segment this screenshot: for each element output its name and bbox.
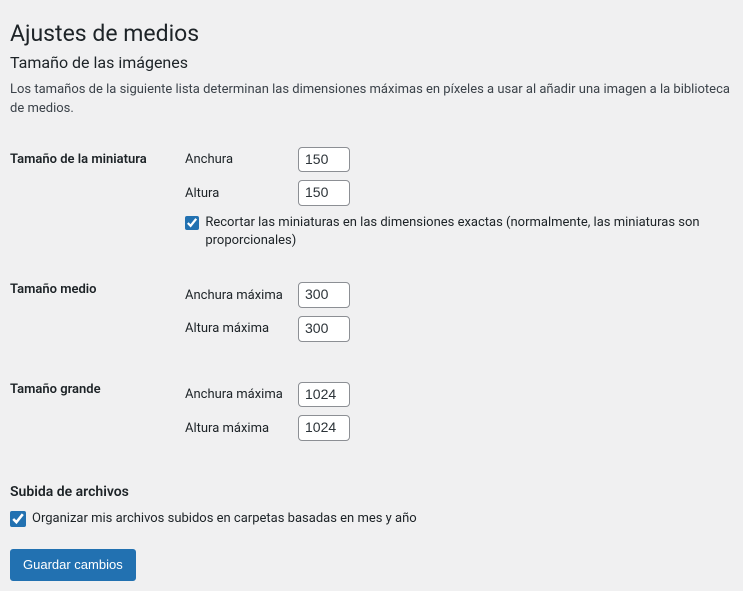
thumbnail-height-label: Altura bbox=[185, 186, 298, 201]
medium-width-input[interactable] bbox=[298, 282, 350, 308]
large-heading: Tamaño grande bbox=[10, 360, 185, 459]
medium-height-input[interactable] bbox=[298, 316, 350, 342]
organize-uploads-label: Organizar mis archivos subidos en carpet… bbox=[32, 511, 417, 526]
page-description: Los tamaños de la siguiente lista determ… bbox=[10, 80, 733, 119]
thumbnail-height-input[interactable] bbox=[298, 180, 350, 206]
thumbnail-width-input[interactable] bbox=[298, 147, 350, 173]
thumbnail-crop-label: Recortar las miniaturas en las dimension… bbox=[205, 214, 733, 250]
page-subtitle: Tamaño de las imágenes bbox=[10, 53, 733, 72]
medium-height-label: Altura máxima bbox=[185, 321, 298, 336]
medium-heading: Tamaño medio bbox=[10, 260, 185, 359]
thumbnail-heading: Tamaño de la miniatura bbox=[10, 137, 185, 261]
medium-width-label: Anchura máxima bbox=[185, 288, 298, 303]
save-button[interactable]: Guardar cambios bbox=[10, 549, 136, 581]
thumbnail-crop-checkbox[interactable] bbox=[185, 215, 199, 231]
large-height-input[interactable] bbox=[298, 415, 350, 441]
page-title: Ajustes de medios bbox=[10, 10, 733, 53]
organize-uploads-checkbox[interactable] bbox=[10, 511, 26, 527]
uploads-heading: Subida de archivos bbox=[10, 484, 733, 500]
large-width-input[interactable] bbox=[298, 382, 350, 408]
large-height-label: Altura máxima bbox=[185, 421, 298, 436]
large-width-label: Anchura máxima bbox=[185, 387, 298, 402]
thumbnail-width-label: Anchura bbox=[185, 152, 298, 167]
